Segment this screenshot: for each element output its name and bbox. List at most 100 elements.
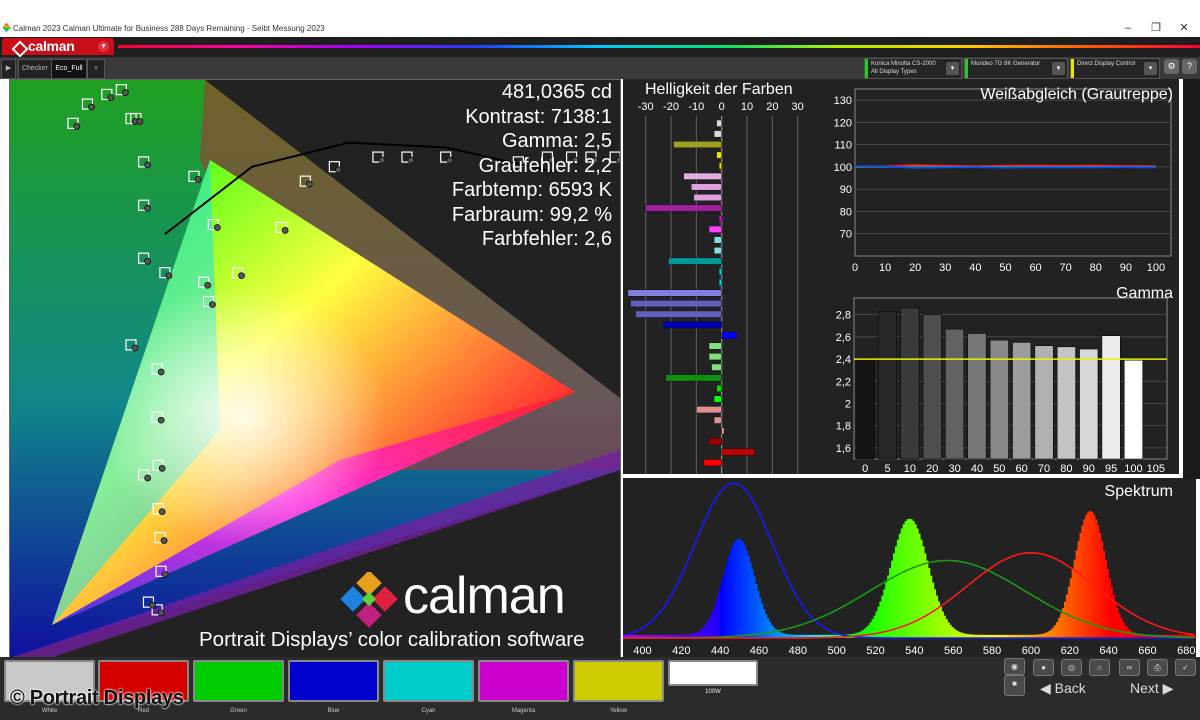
device-name: Konica Minolta CS-2000 bbox=[871, 61, 936, 67]
device-status-indicator bbox=[965, 59, 968, 78]
chevron-down-icon: ▾ bbox=[98, 41, 109, 52]
patch-yellow[interactable]: Yellow bbox=[573, 660, 664, 714]
chevron-down-icon[interactable]: ▾ bbox=[1052, 62, 1065, 75]
brightness-bar bbox=[645, 204, 722, 212]
measured-dot bbox=[149, 601, 156, 609]
x-tick-label: -30 bbox=[638, 101, 654, 113]
brightness-bar bbox=[683, 172, 722, 180]
play-button[interactable]: ▶ bbox=[1, 59, 16, 79]
x-tick-label: 520 bbox=[866, 645, 884, 657]
settings-gear-icon[interactable]: ⚙ bbox=[1164, 59, 1179, 74]
gamma-bar bbox=[900, 307, 920, 460]
add-tab-button[interactable]: + bbox=[87, 59, 105, 79]
x-tick-label: 40 bbox=[969, 262, 981, 274]
x-tick-label: 560 bbox=[944, 645, 962, 657]
measured-dot bbox=[378, 156, 386, 164]
help-icon[interactable]: ? bbox=[1182, 59, 1197, 74]
window-title: Calman 2023 Calman Ultimate for Business… bbox=[13, 24, 325, 33]
brightness-bar bbox=[673, 140, 722, 149]
display-device-selector[interactable]: Direct Display Control ▾ bbox=[1070, 58, 1160, 79]
minimize-button[interactable]: – bbox=[1116, 20, 1140, 36]
patch-100w[interactable]: 100W bbox=[668, 660, 758, 695]
measured-dot bbox=[158, 464, 166, 472]
patch-green[interactable]: Green bbox=[193, 660, 284, 714]
x-tick-label: 5 bbox=[884, 463, 890, 474]
copyright-notice: © Portrait Displays bbox=[10, 687, 184, 709]
measured-dot bbox=[194, 175, 202, 183]
patch-cyan[interactable]: Cyan bbox=[383, 660, 474, 714]
gamma-bar bbox=[989, 339, 1009, 460]
right-scroll-strip[interactable] bbox=[1183, 79, 1200, 479]
tab-checker[interactable]: Checker bbox=[18, 59, 52, 79]
save-icon[interactable]: ⎙ bbox=[1147, 659, 1168, 676]
back-button[interactable]: ◀ Back bbox=[1040, 680, 1086, 696]
measured-dot bbox=[131, 344, 139, 352]
gamma-panel: Gamma 1,6 1,8 2 2,2 2,4 2,6 2,8 0 5 10 20 30 40 50 60 7… bbox=[827, 283, 1179, 475]
white-balance-title: Weißabgleich (Grautreppe) bbox=[980, 86, 1173, 103]
generator-device-selector[interactable]: Murideo 7G 8K Generator ▾ bbox=[964, 58, 1068, 79]
white-balance-panel: Weißabgleich (Grautreppe) 70 80 90 100 110 12… bbox=[827, 79, 1179, 283]
device-name: Murideo 7G 8K Generator bbox=[971, 61, 1041, 67]
y-tick-label: 2 bbox=[845, 398, 851, 410]
back-arrow-icon: ◀ bbox=[1040, 680, 1055, 696]
camera-icon[interactable]: ◉ bbox=[1004, 658, 1025, 675]
x-tick-label: 10 bbox=[879, 262, 891, 274]
measured-dot bbox=[335, 166, 342, 174]
x-tick-label: 640 bbox=[1099, 645, 1117, 657]
white-balance-chart: 70 80 90 100 110 120 130 0 10 20 30 40 50 60 70 80 90 100 bbox=[834, 88, 1172, 274]
x-tick-label: 660 bbox=[1138, 645, 1156, 657]
x-tick-label: 540 bbox=[905, 645, 923, 657]
loop-icon[interactable]: ∞ bbox=[1119, 659, 1140, 676]
calman-menu-button[interactable]: calman ▾ bbox=[2, 38, 114, 58]
x-tick-label: 440 bbox=[711, 645, 729, 657]
brightness-bar bbox=[708, 437, 722, 446]
x-tick-label: 90 bbox=[1083, 463, 1095, 474]
gamma-bar bbox=[878, 311, 897, 460]
patch-label: Yellow bbox=[609, 708, 628, 714]
device-subtitle: All Display Types bbox=[871, 69, 917, 75]
measured-dot bbox=[305, 180, 313, 188]
x-tick-label: 60 bbox=[1016, 463, 1028, 474]
gamma-bar bbox=[1034, 345, 1054, 460]
y-tick-label: 110 bbox=[834, 140, 852, 152]
measured-dot bbox=[144, 204, 151, 212]
x-tick-label: 30 bbox=[792, 101, 804, 113]
gamma-bar bbox=[1012, 342, 1032, 460]
stop-button[interactable]: ■ bbox=[1004, 675, 1025, 696]
brightness-bar bbox=[713, 130, 722, 138]
chevron-down-icon[interactable]: ▾ bbox=[1144, 62, 1157, 75]
tab-eco-full[interactable]: Eco_Full bbox=[51, 59, 87, 79]
color-error-value: Farbfehler: 2,6 bbox=[481, 228, 612, 250]
patch-blue[interactable]: Blue bbox=[288, 660, 379, 714]
x-tick-label: 40 bbox=[971, 463, 983, 474]
cie-chromaticity-chart: 481,0365 cd Kontrast: 7138:1 Gamma: 2,5 … bbox=[9, 79, 621, 659]
x-tick-label: 105 bbox=[1147, 463, 1165, 474]
measured-dot bbox=[165, 272, 173, 280]
y-tick-label: 1,8 bbox=[836, 421, 851, 433]
brightness-bar bbox=[713, 247, 722, 255]
x-tick-label: 460 bbox=[750, 645, 768, 657]
brightness-bar bbox=[663, 321, 722, 329]
gamma-bar bbox=[945, 328, 965, 460]
x-tick-label: 580 bbox=[983, 645, 1001, 657]
read-icon[interactable]: ◎ bbox=[1061, 659, 1082, 676]
restore-button[interactable]: ❐ bbox=[1144, 20, 1168, 36]
y-tick-label: 70 bbox=[840, 229, 852, 241]
next-button[interactable]: Next ▶ bbox=[1130, 680, 1173, 696]
contrast-value: Kontrast: 7138:1 bbox=[465, 105, 612, 128]
check-icon[interactable]: ✓ bbox=[1175, 659, 1196, 676]
patch-magenta[interactable]: Magenta bbox=[478, 660, 569, 714]
meter-device-selector[interactable]: Konica Minolta CS-2000 All Display Types … bbox=[864, 58, 962, 79]
x-tick-label: 0 bbox=[862, 463, 868, 474]
x-tick-label: 0 bbox=[852, 262, 858, 274]
calman-watermark-text: calman bbox=[403, 567, 566, 625]
brightness-bar bbox=[708, 225, 722, 233]
x-tick-label: -20 bbox=[663, 101, 679, 113]
record-icon[interactable]: ● bbox=[1033, 659, 1054, 676]
y-tick-label: 80 bbox=[840, 206, 852, 218]
gamma-value: Gamma: 2,5 bbox=[501, 130, 612, 152]
close-button[interactable]: ✕ bbox=[1172, 20, 1196, 36]
x-tick-label: 90 bbox=[1120, 262, 1132, 274]
headphones-icon[interactable]: ∩ bbox=[1089, 659, 1110, 676]
chevron-down-icon[interactable]: ▾ bbox=[946, 62, 959, 75]
